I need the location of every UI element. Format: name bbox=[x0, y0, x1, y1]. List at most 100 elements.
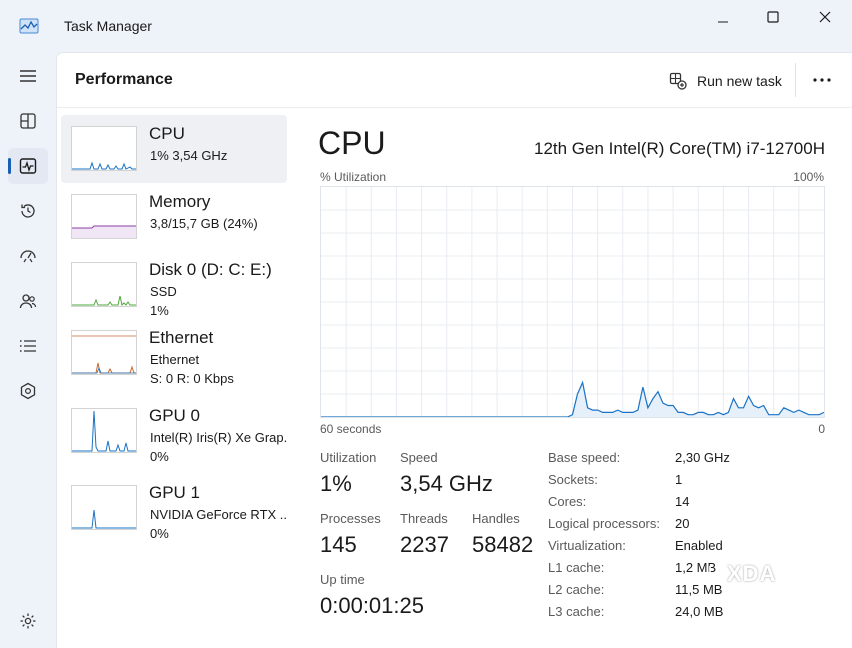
uptime-label: Up time bbox=[320, 572, 365, 587]
device-item-gpu0[interactable]: GPU 0 Intel(R) Iris(R) Xe Grap... 0% bbox=[61, 397, 288, 465]
device-detail: Intel(R) Iris(R) Xe Grap... bbox=[150, 430, 288, 445]
cpu-graph-svg bbox=[321, 187, 824, 417]
device-detail-secondary: 0% bbox=[150, 449, 169, 464]
more-options-icon bbox=[813, 78, 831, 82]
disk-mini-graph bbox=[71, 262, 137, 307]
gear-icon bbox=[20, 613, 36, 629]
spec-key-l2-cache: L2 cache: bbox=[548, 582, 605, 597]
device-detail: 1% 3,54 GHz bbox=[150, 148, 228, 163]
speed-value: 3,54 GHz bbox=[400, 471, 493, 496]
utilization-label: Utilization bbox=[320, 450, 377, 465]
performance-panel: Performance Run new task CPU 1% 3,54 GHz… bbox=[56, 52, 852, 648]
device-item-memory[interactable]: Memory 3,8/15,7 GB (24%) bbox=[61, 183, 287, 251]
task-manager-app-icon bbox=[19, 18, 39, 34]
spec-key-l1-cache: L1 cache: bbox=[548, 560, 605, 575]
minimize-button[interactable] bbox=[700, 6, 746, 28]
nav-item-services[interactable] bbox=[8, 373, 48, 409]
cpu-utilization-graph bbox=[320, 186, 825, 418]
hamburger-menu-button[interactable] bbox=[8, 58, 48, 94]
utilization-axis-label: % Utilization bbox=[320, 170, 387, 184]
device-name: GPU 1 bbox=[149, 483, 201, 502]
spec-key-base-speed: Base speed: bbox=[548, 450, 621, 465]
threads-label: Threads bbox=[400, 511, 448, 526]
close-icon bbox=[819, 11, 831, 23]
device-name: Memory bbox=[149, 192, 211, 211]
spec-key-virtualization: Virtualization: bbox=[548, 538, 626, 553]
spec-value-sockets: 1 bbox=[675, 472, 683, 487]
processes-label: Processes bbox=[320, 511, 381, 526]
min-axis-label: 0 bbox=[818, 422, 825, 436]
uptime-value: 0:00:01:25 bbox=[320, 593, 424, 618]
device-item-disk0[interactable]: Disk 0 (D: C: E:) SSD 1% bbox=[61, 251, 287, 319]
nav-item-performance[interactable] bbox=[8, 148, 48, 184]
page-title: Performance bbox=[75, 71, 173, 88]
handles-label: Handles bbox=[472, 511, 520, 526]
max-axis-label: 100% bbox=[793, 170, 824, 184]
device-item-cpu[interactable]: CPU 1% 3,54 GHz bbox=[61, 115, 287, 183]
nav-item-startup-apps[interactable] bbox=[8, 238, 48, 274]
close-button[interactable] bbox=[802, 6, 848, 28]
device-detail: SSD bbox=[150, 284, 177, 299]
threads-value: 2237 bbox=[400, 532, 449, 557]
spec-value-cores: 14 bbox=[675, 494, 690, 509]
startup-speedometer-icon bbox=[20, 250, 36, 263]
maximize-icon bbox=[767, 11, 779, 23]
spec-key-l3-cache: L3 cache: bbox=[548, 604, 605, 619]
navigation-rail bbox=[0, 52, 56, 648]
gpu1-mini-graph bbox=[71, 485, 137, 530]
more-options-button[interactable] bbox=[809, 69, 835, 91]
users-icon bbox=[19, 294, 37, 309]
device-detail-secondary: 1% bbox=[150, 303, 169, 318]
device-detail-secondary: S: 0 R: 0 Kbps bbox=[150, 371, 234, 386]
run-new-task-icon bbox=[669, 72, 687, 90]
device-detail-secondary: 0% bbox=[150, 526, 169, 541]
spec-value-base-speed: 2,30 GHz bbox=[675, 450, 730, 465]
run-new-task-button[interactable]: Run new task bbox=[669, 67, 782, 95]
device-detail: 3,8/15,7 GB (24%) bbox=[150, 216, 258, 231]
time-axis-label: 60 seconds bbox=[320, 422, 382, 436]
watermark-text: XDA bbox=[727, 561, 777, 586]
header-divider bbox=[57, 107, 852, 108]
xda-logo-icon bbox=[709, 566, 723, 582]
hamburger-icon bbox=[20, 70, 36, 82]
spec-value-logical-processors: 20 bbox=[675, 516, 690, 531]
spec-value-virtualization: Enabled bbox=[675, 538, 723, 553]
memory-mini-graph bbox=[71, 194, 137, 239]
history-clock-icon bbox=[21, 204, 35, 218]
device-detail: NVIDIA GeForce RTX ... bbox=[150, 507, 288, 522]
gpu0-mini-graph bbox=[71, 408, 137, 453]
nav-item-users[interactable] bbox=[8, 283, 48, 319]
utilization-value: 1% bbox=[320, 471, 352, 496]
device-item-gpu1[interactable]: GPU 1 NVIDIA GeForce RTX ... 0% bbox=[61, 474, 288, 542]
nav-item-settings[interactable] bbox=[8, 603, 48, 639]
speed-label: Speed bbox=[400, 450, 438, 465]
puzzle-services-icon bbox=[20, 382, 36, 400]
list-details-icon bbox=[19, 340, 36, 352]
nav-item-details[interactable] bbox=[8, 328, 48, 364]
ethernet-mini-graph bbox=[71, 330, 137, 375]
device-detail: Ethernet bbox=[150, 352, 200, 367]
maximize-button[interactable] bbox=[750, 6, 796, 28]
toolbar-divider bbox=[795, 63, 796, 97]
cpu-model-name: 12th Gen Intel(R) Core(TM) i7-12700H bbox=[533, 139, 825, 158]
nav-item-processes[interactable] bbox=[8, 103, 48, 139]
window-title: Task Manager bbox=[64, 18, 152, 34]
processes-value: 145 bbox=[320, 532, 357, 557]
device-name: Ethernet bbox=[149, 328, 214, 347]
cpu-heading: CPU bbox=[318, 125, 386, 161]
spec-key-cores: Cores: bbox=[548, 494, 587, 509]
spec-value-l3-cache: 24,0 MB bbox=[675, 604, 724, 619]
title-bar: Task Manager bbox=[0, 0, 852, 52]
nav-item-app-history[interactable] bbox=[8, 193, 48, 229]
cpu-mini-graph bbox=[71, 126, 137, 171]
xda-watermark: XDA bbox=[708, 561, 776, 587]
device-name: Disk 0 (D: C: E:) bbox=[149, 260, 272, 279]
device-item-ethernet[interactable]: Ethernet Ethernet S: 0 R: 0 Kbps bbox=[61, 319, 287, 387]
spec-key-sockets: Sockets: bbox=[548, 472, 598, 487]
minimize-icon bbox=[718, 21, 728, 23]
performance-monitor-icon bbox=[19, 158, 37, 174]
device-name: CPU bbox=[149, 124, 185, 143]
run-new-task-label: Run new task bbox=[697, 73, 782, 89]
processes-grid-icon bbox=[20, 113, 36, 129]
handles-value: 58482 bbox=[472, 532, 534, 557]
